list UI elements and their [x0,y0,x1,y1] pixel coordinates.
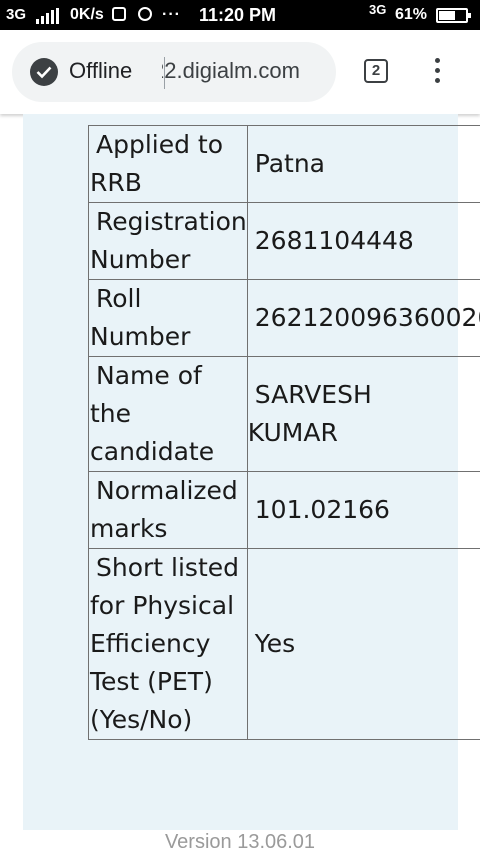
row-label: Registration Number [90,207,247,274]
table-row: Registration Number 2681104448 [88,202,480,280]
row-label-cell: Applied to RRB [88,125,248,203]
row-value-cell: 2681104448 [246,202,480,280]
row-label-cell: Registration Number [88,202,248,280]
table-row: Normalized marks 101.02166 [88,471,480,549]
row-label: Normalized marks [90,476,238,543]
row-label: Short listed for Physical Efficiency Tes… [90,553,240,734]
row-value-cell: SARVESH KUMAR [246,356,480,472]
row-label-cell: Normalized marks [88,471,248,549]
row-value-cell: 101.02166 [246,471,480,549]
row-value: SARVESH KUMAR [247,380,372,447]
version-label: Version 13.06.01 [164,831,316,853]
table-row: Roll Number 262120096360020 [88,279,480,357]
table-row: Applied to RRB Patna [88,125,480,203]
candidate-info-table: Applied to RRB Patna Registration Number… [88,125,480,740]
row-value: 101.02166 [254,495,390,524]
row-value-cell: Patna [246,125,480,203]
table-row: Name of the candidate SARVESH KUMAR [88,356,480,472]
row-value-cell: 262120096360020 [246,279,480,357]
row-label-cell: Short listed for Physical Efficiency Tes… [88,548,248,740]
row-value: 2681104448 [254,226,414,255]
row-label-cell: Roll Number [88,279,248,357]
row-value: 262120096360020 [254,303,480,332]
row-label: Applied to RRB [90,130,224,197]
row-label: Name of the candidate [90,361,215,466]
table-viewport: Applied to RRB Patna Registration Number… [0,0,480,854]
table-row: Short listed for Physical Efficiency Tes… [88,548,480,740]
row-value: Patna [254,149,326,178]
row-value-cell: Yes [246,548,480,740]
row-label-cell: Name of the candidate [88,356,248,472]
row-label: Roll Number [90,284,191,351]
row-value: Yes [254,629,296,658]
